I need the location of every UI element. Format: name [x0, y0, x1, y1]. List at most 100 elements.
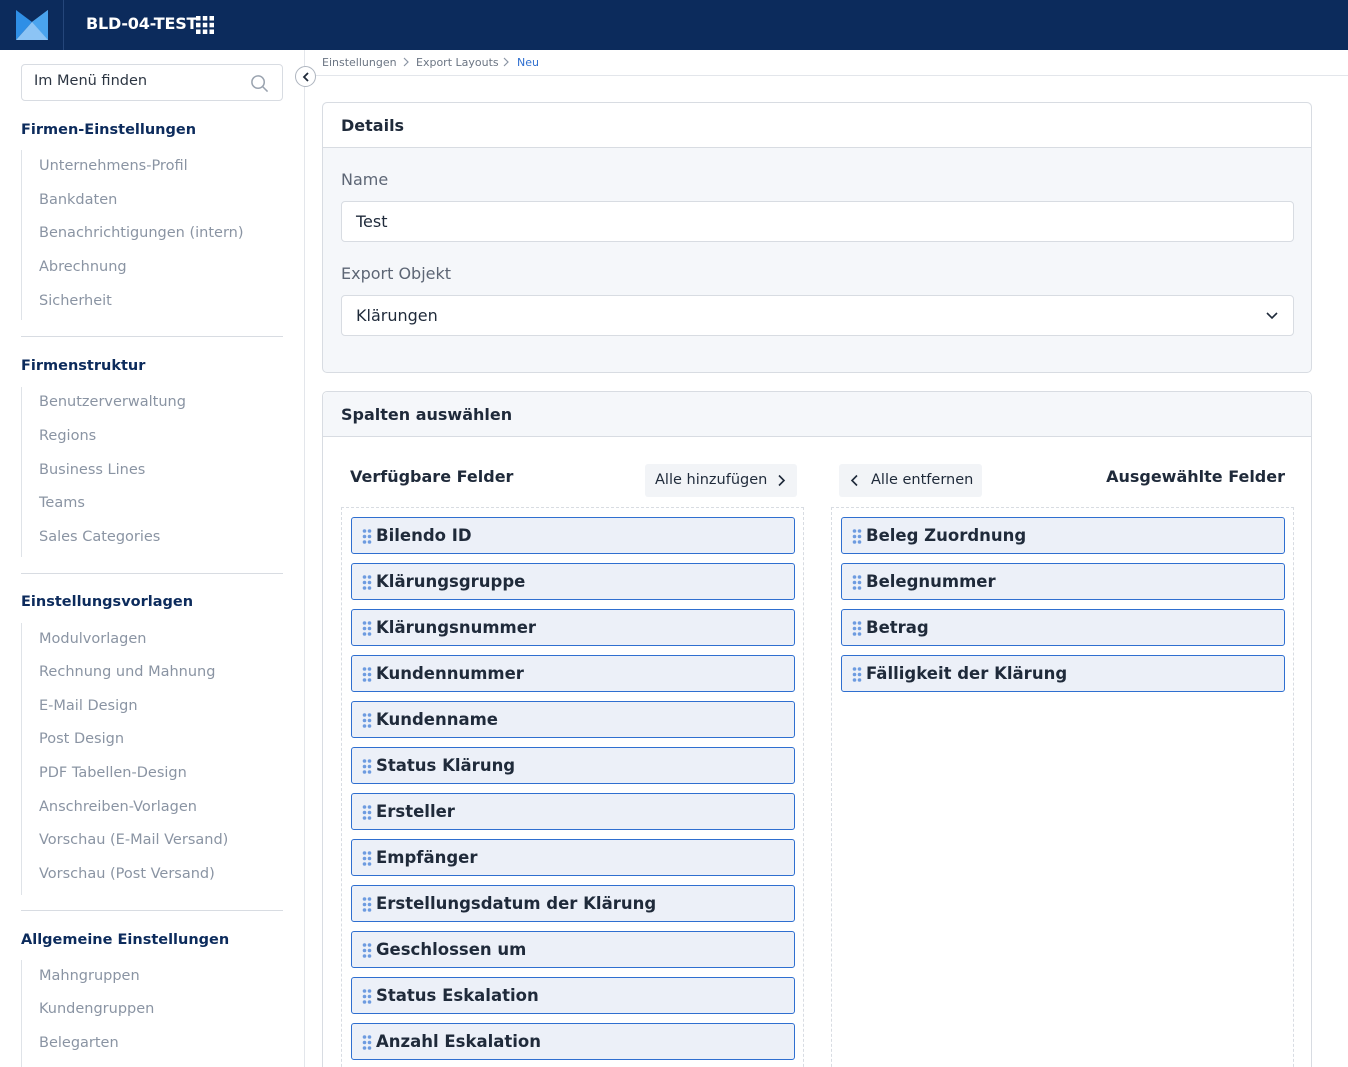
sidebar-item-anschreiben-vorlagen[interactable]: Anschreiben-Vorlagen: [39, 799, 197, 815]
field-label: Kundennummer: [376, 664, 524, 683]
sidebar-item-bankdaten[interactable]: Bankdaten: [39, 192, 117, 208]
available-field-item[interactable]: Erstellungsdatum der Klärung: [351, 885, 795, 922]
available-field-item[interactable]: Anzahl Eskalation: [351, 1023, 795, 1060]
section-title-einstellungsvorlagen: Einstellungsvorlagen: [21, 594, 194, 610]
sidebar-item-benutzerverwaltung[interactable]: Benutzerverwaltung: [39, 394, 186, 410]
available-field-item[interactable]: Kundennummer: [351, 655, 795, 692]
available-field-item[interactable]: Klärungsgruppe: [351, 563, 795, 600]
sidebar-item-regions[interactable]: Regions: [39, 428, 96, 444]
field-label: Belegnummer: [866, 572, 996, 591]
app-title[interactable]: BLD-04-TEST: [86, 14, 197, 33]
add-all-button[interactable]: Alle hinzufügen: [645, 464, 797, 497]
drag-handle-icon[interactable]: [852, 529, 862, 544]
breadcrumb-einstellungen[interactable]: Einstellungen: [322, 56, 397, 69]
drag-handle-icon[interactable]: [362, 529, 372, 544]
sidebar-divider: [21, 910, 283, 911]
sidebar-item-rechnung-und-mahnung[interactable]: Rechnung und Mahnung: [39, 664, 215, 680]
field-label: Anzahl Eskalation: [376, 1032, 542, 1051]
sidebar-item-kundengruppen[interactable]: Kundengruppen: [39, 1001, 154, 1017]
sidebar-item-sales-categories[interactable]: Sales Categories: [39, 529, 160, 545]
available-field-item[interactable]: Bilendo ID: [351, 517, 795, 554]
drag-handle-icon[interactable]: [362, 667, 372, 682]
sidebar-collapse-button[interactable]: [295, 66, 316, 87]
sidebar-item-modulvorlagen[interactable]: Modulvorlagen: [39, 631, 146, 647]
columns-card-header: Spalten auswählen: [323, 392, 1311, 437]
section-list-firmenstruktur: Benutzerverwaltung Regions Business Line…: [21, 387, 283, 557]
search-icon[interactable]: [250, 74, 269, 93]
export-object-select[interactable]: Klärungen: [341, 295, 1294, 336]
breadcrumb: Einstellungen Export Layouts Neu: [305, 50, 1348, 76]
available-field-item[interactable]: Ersteller: [351, 793, 795, 830]
drag-handle-icon[interactable]: [362, 851, 372, 866]
sidebar-item-pdf-tabellen-design[interactable]: PDF Tabellen-Design: [39, 765, 187, 781]
sidebar-item-sicherheit[interactable]: Sicherheit: [39, 293, 112, 309]
apps-grid-icon[interactable]: [195, 15, 215, 35]
breadcrumb-neu: Neu: [517, 56, 539, 69]
drag-handle-icon[interactable]: [362, 989, 372, 1004]
available-field-item[interactable]: Kundenname: [351, 701, 795, 738]
field-label: Betrag: [866, 618, 929, 637]
section-list-einstellungsvorlagen: Modulvorlagen Rechnung und Mahnung E-Mai…: [21, 623, 283, 895]
drag-handle-icon[interactable]: [852, 575, 862, 590]
drag-handle-icon[interactable]: [362, 713, 372, 728]
available-fields-list[interactable]: Bilendo ID Klärungsgruppe Klärungsnummer…: [341, 507, 804, 1067]
available-field-item[interactable]: Geschlossen um: [351, 931, 795, 968]
sidebar-item-email-design[interactable]: E-Mail Design: [39, 698, 138, 714]
sidebar-item-business-lines[interactable]: Business Lines: [39, 462, 145, 478]
available-field-item[interactable]: Status Klärung: [351, 747, 795, 784]
selected-field-item[interactable]: Belegnummer: [841, 563, 1285, 600]
sidebar-item-teams[interactable]: Teams: [39, 495, 85, 511]
sidebar-item-belegarten[interactable]: Belegarten: [39, 1035, 119, 1051]
remove-all-button[interactable]: Alle entfernen: [839, 464, 982, 497]
drag-handle-icon[interactable]: [852, 667, 862, 682]
menu-search: [21, 64, 283, 101]
available-field-item[interactable]: Status Eskalation: [351, 977, 795, 1014]
chevron-left-icon: [850, 474, 858, 487]
selected-fields-list[interactable]: Beleg Zuordnung Belegnummer Betrag Fälli…: [831, 507, 1294, 1067]
sidebar-divider: [21, 573, 283, 574]
drag-handle-icon[interactable]: [362, 621, 372, 636]
sidebar-divider: [21, 336, 283, 337]
breadcrumb-export-layouts[interactable]: Export Layouts: [416, 56, 499, 69]
sidebar-item-benachrichtigungen[interactable]: Benachrichtigungen (intern): [39, 225, 244, 241]
available-field-item[interactable]: Empfänger: [351, 839, 795, 876]
details-card: Details Name Test Export Objekt Klärunge…: [322, 102, 1312, 373]
drag-handle-icon[interactable]: [362, 897, 372, 912]
drag-handle-icon[interactable]: [362, 759, 372, 774]
export-object-label: Export Objekt: [341, 264, 452, 283]
name-field[interactable]: Test: [341, 201, 1294, 242]
drag-handle-icon[interactable]: [852, 621, 862, 636]
field-label: Klärungsnummer: [376, 618, 537, 637]
menu-search-input[interactable]: [34, 73, 244, 89]
app-logo[interactable]: [0, 0, 64, 50]
selected-field-item[interactable]: Betrag: [841, 609, 1285, 646]
available-field-item[interactable]: Klärungsnummer: [351, 609, 795, 646]
chevron-right-icon: [503, 57, 509, 67]
drag-handle-icon[interactable]: [362, 575, 372, 590]
sidebar-item-vorschau-email[interactable]: Vorschau (E-Mail Versand): [39, 832, 228, 848]
section-list-allgemeine-einstellungen: Mahngruppen Kundengruppen Belegarten: [21, 960, 283, 1067]
name-value: Test: [356, 212, 388, 231]
selected-field-item[interactable]: Beleg Zuordnung: [841, 517, 1285, 554]
field-label: Geschlossen um: [376, 940, 527, 959]
sidebar-item-post-design[interactable]: Post Design: [39, 731, 124, 747]
drag-handle-icon[interactable]: [362, 1035, 372, 1050]
chevron-down-icon: [1266, 312, 1278, 320]
chevron-right-icon: [403, 57, 409, 67]
sidebar: Firmen-Einstellungen Unternehmens-Profil…: [0, 50, 305, 1067]
chevron-right-icon: [778, 474, 786, 487]
sidebar-item-abrechnung[interactable]: Abrechnung: [39, 259, 127, 275]
selected-field-item[interactable]: Fälligkeit der Klärung: [841, 655, 1285, 692]
remove-all-label: Alle entfernen: [871, 472, 974, 488]
field-label: Beleg Zuordnung: [866, 526, 1027, 545]
drag-handle-icon[interactable]: [362, 943, 372, 958]
field-label: Bilendo ID: [376, 526, 472, 545]
sidebar-item-vorschau-post[interactable]: Vorschau (Post Versand): [39, 866, 215, 882]
drag-handle-icon[interactable]: [362, 805, 372, 820]
add-all-label: Alle hinzufügen: [655, 472, 768, 488]
field-label: Kundenname: [376, 710, 499, 729]
field-label: Status Klärung: [376, 756, 516, 775]
sidebar-item-unternehmens-profil[interactable]: Unternehmens-Profil: [39, 158, 188, 174]
section-title-firmen-einstellungen: Firmen-Einstellungen: [21, 122, 197, 138]
sidebar-item-mahngruppen[interactable]: Mahngruppen: [39, 968, 140, 984]
